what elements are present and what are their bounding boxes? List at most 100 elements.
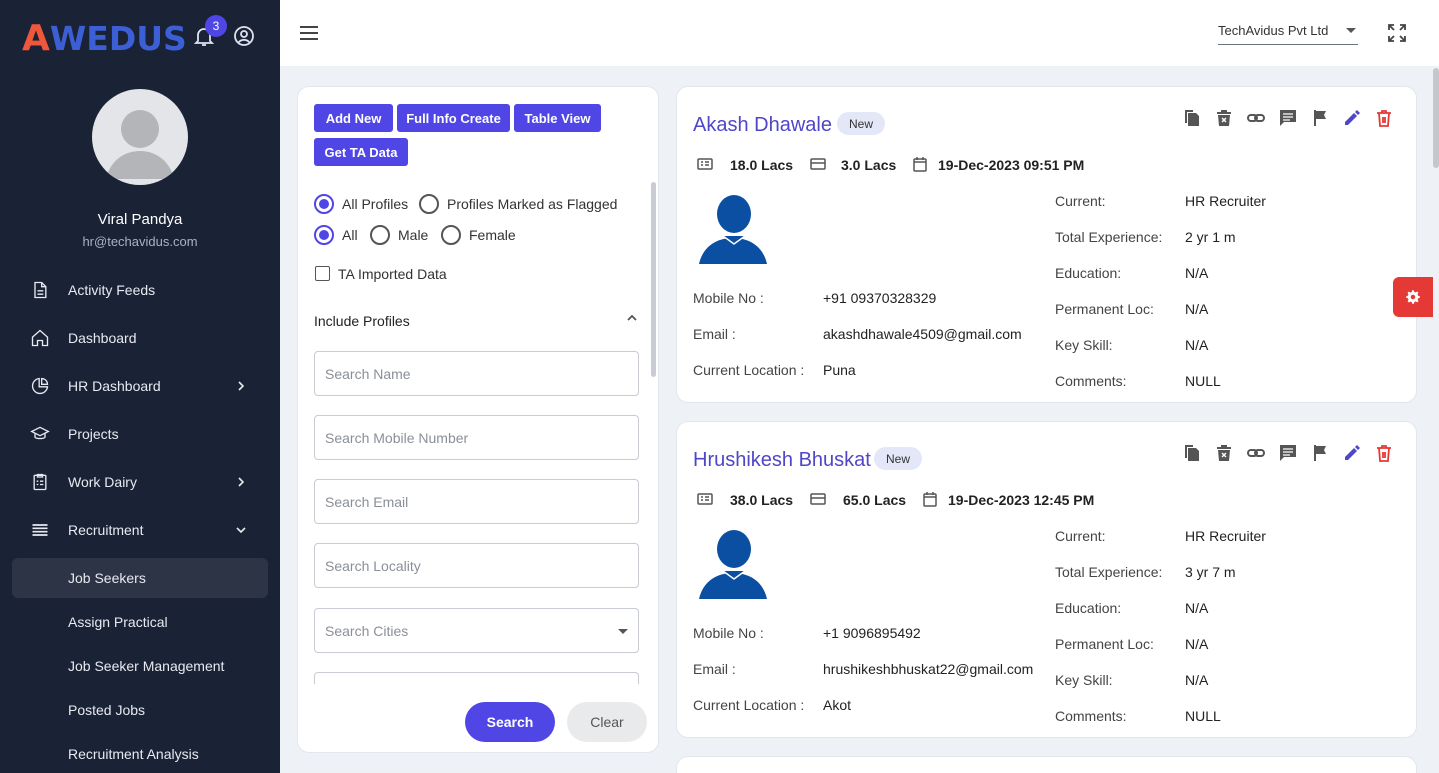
search-mobile-input[interactable]: Search Mobile Number: [314, 415, 639, 460]
include-profiles-title: Include Profiles: [314, 313, 410, 329]
sidebar-item-label: Posted Jobs: [68, 702, 146, 718]
page-scrollbar[interactable]: [1433, 68, 1439, 168]
sidebar-item-work-dairy[interactable]: Work Dairy: [12, 462, 268, 502]
sidebar-item-label: Assign Practical: [68, 614, 168, 630]
candidate-avatar-icon: [699, 195, 767, 264]
archive-delete-icon[interactable]: [1215, 444, 1233, 462]
experience-value: 3 yr 7 m: [1185, 564, 1236, 580]
card-icon: [810, 493, 826, 505]
search-button[interactable]: Search: [465, 702, 555, 742]
chevron-up-icon[interactable]: [625, 311, 639, 325]
sidebar-subitem-job-seekers[interactable]: Job Seekers: [12, 558, 268, 598]
sidebar-item-activity-feeds[interactable]: Activity Feeds: [12, 270, 268, 310]
candidate-name[interactable]: Hrushikesh Bhuskat: [693, 449, 871, 472]
document-icon: [34, 281, 47, 299]
key-skill-value: N/A: [1185, 337, 1209, 353]
get-ta-data-button[interactable]: Get TA Data: [314, 138, 408, 166]
settings-button[interactable]: [1393, 277, 1433, 317]
archive-delete-icon[interactable]: [1215, 109, 1233, 127]
gear-icon: [1406, 290, 1420, 304]
experience-label: Total Experience:: [1055, 229, 1163, 245]
current-value: HR Recruiter: [1185, 193, 1266, 209]
clipboard-icon: [33, 473, 47, 491]
ta-imported-label: TA Imported Data: [338, 266, 447, 282]
delete-icon[interactable]: [1375, 109, 1393, 127]
company-select-value: TechAvidus Pvt Ltd: [1218, 23, 1329, 38]
link-icon[interactable]: [1247, 444, 1265, 462]
comment-icon[interactable]: [1279, 109, 1297, 127]
ctc-icon: [697, 158, 713, 170]
link-icon[interactable]: [1247, 109, 1265, 127]
key-skill-label: Key Skill:: [1055, 672, 1113, 688]
sidebar-item-label: Dashboard: [68, 330, 137, 346]
flagged-profiles-radio[interactable]: [419, 194, 439, 214]
add-new-button[interactable]: Add New: [314, 104, 393, 132]
sidebar-item-label: HR Dashboard: [68, 378, 161, 394]
flag-icon[interactable]: [1311, 109, 1329, 127]
permanent-loc-value: N/A: [1185, 636, 1209, 652]
copy-icon[interactable]: [1183, 109, 1201, 127]
gender-all-radio[interactable]: [314, 225, 334, 245]
ta-imported-checkbox[interactable]: [315, 266, 330, 281]
created-date: 19-Dec-2023 09:51 PM: [938, 157, 1085, 173]
filter-scrollbar[interactable]: [651, 182, 656, 377]
company-select[interactable]: TechAvidus Pvt Ltd: [1218, 19, 1358, 45]
education-value: N/A: [1185, 265, 1209, 281]
current-label: Current:: [1055, 528, 1106, 544]
comments-value: NULL: [1185, 373, 1221, 389]
sidebar-subitem-posted-jobs[interactable]: Posted Jobs: [12, 690, 268, 730]
status-badge: New: [837, 112, 886, 135]
education-value: N/A: [1185, 600, 1209, 616]
all-profiles-label: All Profiles: [342, 196, 409, 212]
full-info-create-button[interactable]: Full Info Create: [397, 104, 510, 132]
list-icon: [32, 524, 48, 536]
all-profiles-radio[interactable]: [314, 194, 334, 214]
gender-all-label: All: [342, 227, 358, 243]
sidebar-item-dashboard[interactable]: Dashboard: [12, 318, 268, 358]
comments-label: Comments:: [1055, 708, 1127, 724]
mobile-value: +91 09370328329: [823, 290, 937, 306]
gender-female-label: Female: [469, 227, 516, 243]
avatar-placeholder-icon: [106, 110, 174, 179]
sidebar-subitem-assign-practical[interactable]: Assign Practical: [12, 602, 268, 642]
search-cities-select[interactable]: Search Cities: [314, 608, 639, 653]
education-label: Education:: [1055, 265, 1122, 281]
next-filter-input[interactable]: [314, 672, 639, 684]
clear-button[interactable]: Clear: [567, 702, 647, 742]
search-locality-input[interactable]: Search Locality: [314, 543, 639, 588]
sidebar-subitem-recruitment-analysis[interactable]: Recruitment Analysis: [12, 734, 268, 773]
sidebar-item-recruitment[interactable]: Recruitment: [12, 510, 268, 550]
permanent-loc-label: Permanent Loc:: [1055, 636, 1154, 652]
search-name-input[interactable]: Search Name: [314, 351, 639, 396]
sidebar-item-label: Projects: [68, 426, 119, 442]
location-label: Current Location :: [693, 362, 805, 378]
edit-icon[interactable]: [1343, 109, 1361, 127]
sidebar-item-label: Recruitment Analysis: [68, 746, 199, 762]
logo-text: WEDUS: [49, 18, 187, 58]
gender-female-radio[interactable]: [441, 225, 461, 245]
comment-icon[interactable]: [1279, 444, 1297, 462]
sidebar-item-label: Recruitment: [68, 522, 144, 538]
expected-ctc: 65.0 Lacs: [843, 492, 907, 508]
fullscreen-icon[interactable]: [1387, 23, 1407, 43]
location-value: Puna: [823, 362, 856, 378]
calendar-icon: [923, 492, 937, 507]
brand-logo[interactable]: A WEDUS: [22, 18, 187, 59]
chevron-down-icon: [236, 527, 246, 534]
candidate-avatar-icon: [699, 530, 767, 599]
menu-toggle-icon[interactable]: [299, 24, 319, 42]
table-view-button[interactable]: Table View: [514, 104, 601, 132]
copy-icon[interactable]: [1183, 444, 1201, 462]
delete-icon[interactable]: [1375, 444, 1393, 462]
sidebar-item-label: Work Dairy: [68, 474, 137, 490]
sidebar-item-hr-dashboard[interactable]: HR Dashboard: [12, 366, 268, 406]
user-circle-icon[interactable]: [232, 24, 256, 48]
gender-male-radio[interactable]: [370, 225, 390, 245]
card-icon: [810, 158, 826, 170]
sidebar-item-projects[interactable]: Projects: [12, 414, 268, 454]
edit-icon[interactable]: [1343, 444, 1361, 462]
sidebar-subitem-job-seeker-management[interactable]: Job Seeker Management: [12, 646, 268, 686]
flag-icon[interactable]: [1311, 444, 1329, 462]
search-email-input[interactable]: Search Email: [314, 479, 639, 524]
candidate-name[interactable]: Akash Dhawale: [693, 114, 832, 137]
